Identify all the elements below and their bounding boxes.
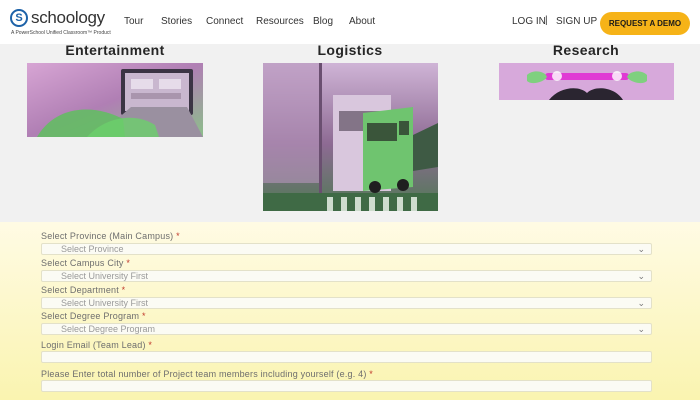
- required-marker: *: [148, 340, 153, 350]
- category-title-logistics: Logistics: [317, 42, 383, 58]
- nav-blog[interactable]: Blog: [313, 16, 333, 27]
- nav-tour[interactable]: Tour: [124, 16, 143, 27]
- required-marker: *: [121, 285, 126, 295]
- nav-about[interactable]: About: [349, 16, 375, 27]
- field-label-degree-program: Select Degree Program *: [41, 311, 146, 321]
- department-select[interactable]: Select University First ⌄: [41, 297, 652, 309]
- request-demo-button[interactable]: REQUEST A DEMO: [600, 12, 690, 35]
- logo-tagline: A PowerSchool Unified Classroom™ Product: [11, 30, 111, 36]
- chevron-down-icon: ⌄: [637, 298, 645, 308]
- department-select-value: Select University First: [61, 298, 149, 308]
- nav-connect[interactable]: Connect: [206, 16, 243, 27]
- chevron-down-icon: ⌄: [637, 244, 645, 254]
- required-marker: *: [141, 311, 146, 321]
- chevron-down-icon: ⌄: [637, 271, 645, 281]
- degree-program-select[interactable]: Select Degree Program ⌄: [41, 323, 652, 335]
- field-label-login-email: Login Email (Team Lead) *: [41, 340, 153, 350]
- field-label-team-members: Please Enter total number of Project tea…: [41, 369, 373, 379]
- category-title-research: Research: [552, 42, 620, 58]
- field-label-province: Select Province (Main Campus) *: [41, 231, 180, 241]
- signup-link[interactable]: SIGN UP: [556, 16, 597, 27]
- research-image: [499, 63, 674, 100]
- logo-wordmark[interactable]: schoology: [31, 8, 105, 28]
- logo-letter: S: [15, 12, 23, 24]
- logistics-image: [263, 63, 438, 211]
- nav-separator: |: [545, 15, 548, 26]
- nav-resources[interactable]: Resources: [256, 16, 304, 27]
- login-email-input[interactable]: [41, 351, 652, 363]
- campus-city-select[interactable]: Select University First ⌄: [41, 270, 652, 282]
- required-marker: *: [126, 258, 131, 268]
- entertainment-image: [27, 63, 203, 137]
- required-marker: *: [369, 369, 373, 379]
- login-link[interactable]: LOG IN: [512, 16, 546, 27]
- category-title-entertainment: Entertainment: [65, 42, 165, 58]
- degree-program-select-value: Select Degree Program: [61, 324, 156, 334]
- schoology-logo-icon[interactable]: S: [10, 9, 28, 27]
- field-label-department: Select Department *: [41, 285, 126, 295]
- chevron-down-icon: ⌄: [637, 324, 645, 334]
- province-select[interactable]: Select Province ⌄: [41, 243, 652, 255]
- province-select-value: Select Province: [61, 244, 124, 254]
- campus-city-select-value: Select University First: [61, 271, 149, 281]
- team-members-input[interactable]: [41, 380, 652, 392]
- field-label-campus-city: Select Campus City *: [41, 258, 131, 268]
- required-marker: *: [176, 231, 180, 241]
- nav-stories[interactable]: Stories: [161, 16, 192, 27]
- top-navbar: S schoology A PowerSchool Unified Classr…: [0, 0, 700, 44]
